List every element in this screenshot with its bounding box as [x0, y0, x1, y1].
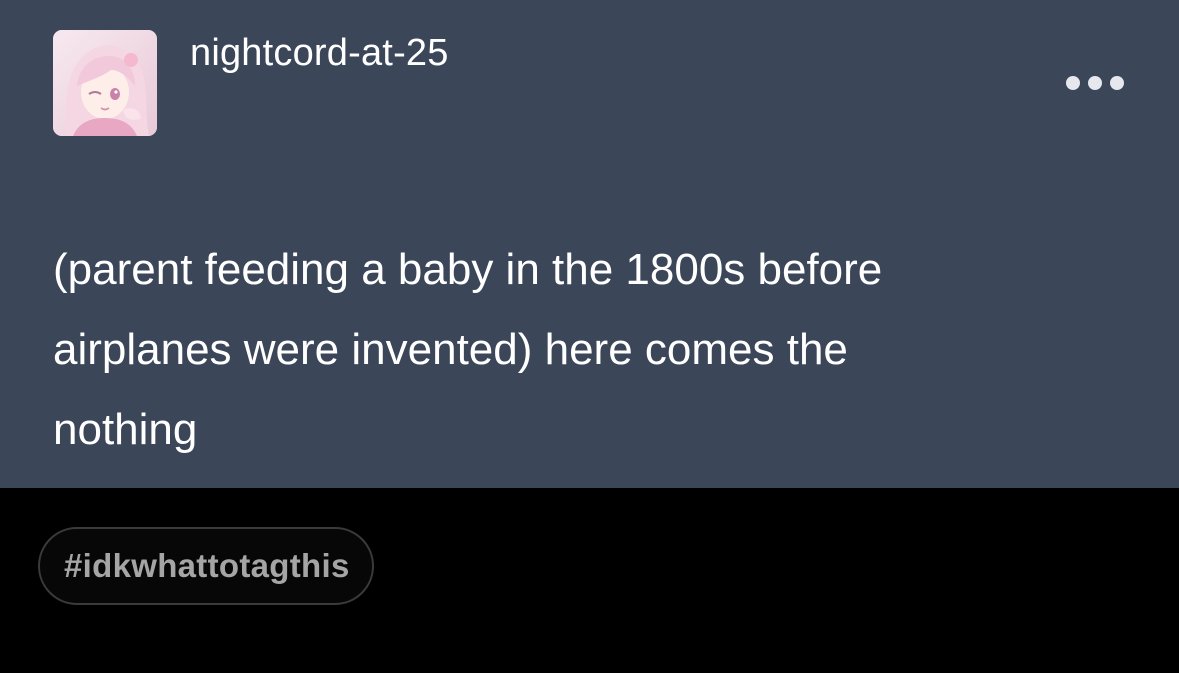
tag-label: #idkwhattotagthis	[64, 547, 350, 584]
more-options-button[interactable]	[1066, 70, 1132, 96]
post-card: nightcord-at-25 (parent feeding a baby i…	[0, 0, 1179, 488]
ellipsis-icon	[1066, 76, 1080, 90]
user-avatar[interactable]	[53, 30, 157, 136]
ellipsis-icon	[1088, 76, 1102, 90]
username-link[interactable]: nightcord-at-25	[190, 30, 449, 76]
anime-avatar-icon	[53, 30, 157, 136]
ellipsis-icon	[1110, 76, 1124, 90]
tag-chip[interactable]: #idkwhattotagthis	[38, 527, 374, 605]
post-body-line: airplanes were invented) here comes the	[53, 325, 848, 374]
post-body-line: nothing	[53, 405, 198, 454]
post-body: (parent feeding a baby in the 1800s befo…	[53, 230, 1113, 470]
post-body-line: (parent feeding a baby in the 1800s befo…	[53, 245, 883, 294]
